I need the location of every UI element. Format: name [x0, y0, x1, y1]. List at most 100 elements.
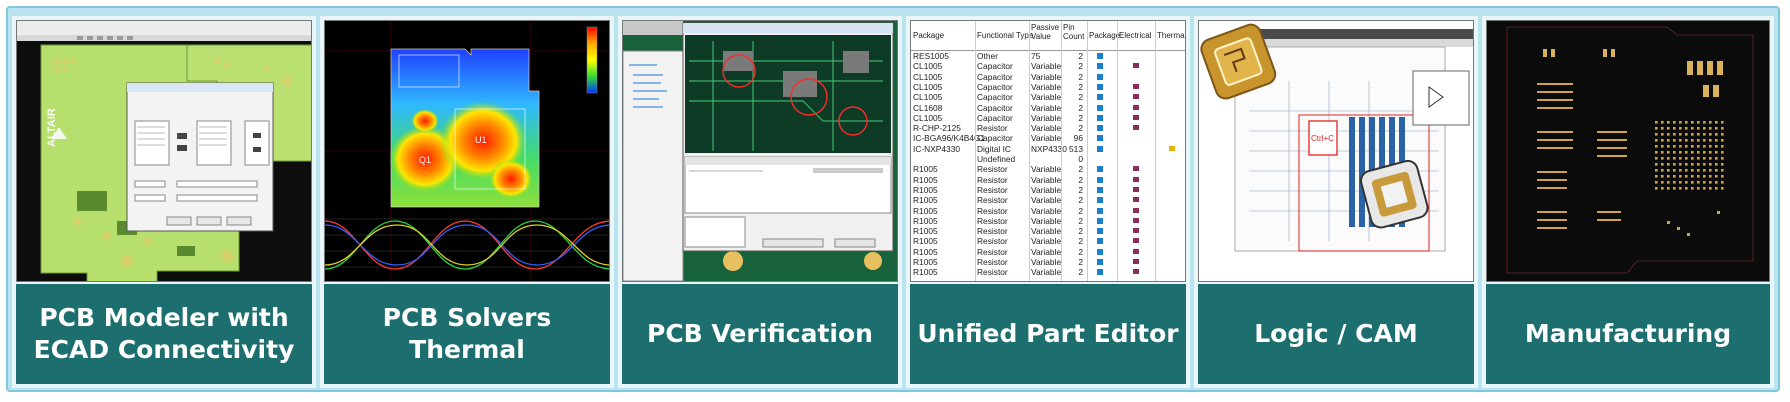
col-passive-value[interactable]: Passive Value [1031, 23, 1061, 41]
caption-unified-part-editor: Unified Part Editor [910, 284, 1186, 384]
electrical-chip-icon[interactable] [1133, 269, 1139, 275]
table-row[interactable]: R-CHP-2125 Resistor Variable 2 [911, 123, 1185, 134]
package-cube-icon[interactable] [1097, 238, 1103, 245]
package-cube-icon[interactable] [1097, 166, 1103, 173]
electrical-chip-icon[interactable] [1133, 238, 1139, 244]
cell-pin-count: 2 [1078, 81, 1083, 92]
package-cube-icon[interactable] [1097, 125, 1103, 132]
package-cube-icon[interactable] [1097, 259, 1103, 265]
cell-functional-type: Capacitor [977, 102, 1013, 113]
table-row[interactable]: CL1005 Capacitor Variable 2 [911, 112, 1185, 123]
manufacturing-screenshot [1486, 20, 1770, 282]
cell-pin-count: 2 [1078, 236, 1083, 247]
electrical-chip-icon[interactable] [1133, 197, 1139, 203]
electrical-chip-icon[interactable] [1133, 166, 1139, 172]
electrical-chip-icon[interactable] [1133, 94, 1139, 100]
electrical-chip-icon[interactable] [1133, 217, 1139, 223]
package-cube-icon[interactable] [1097, 63, 1103, 70]
electrical-chip-icon[interactable] [1133, 207, 1139, 213]
electrical-chip-icon[interactable] [1133, 114, 1139, 120]
table-row[interactable]: R1005 Resistor Variable 2 [911, 226, 1185, 236]
panel-unified-part-editor[interactable]: Package Functional Type Passive Value Pi… [906, 16, 1190, 388]
package-cube-icon[interactable] [1097, 94, 1103, 101]
package-cube-icon[interactable] [1097, 135, 1103, 142]
table-row[interactable]: R1005 Resistor Variable 2 [911, 257, 1185, 267]
col-electrical[interactable]: Electrical [1119, 31, 1151, 40]
panel-logic-cam[interactable]: Ctrl+C Logic / CAM [1194, 16, 1478, 388]
cell-passive-value: Variable [1031, 195, 1062, 206]
table-row[interactable]: IC-NXP4330 Digital IC NXP4330 513 [911, 144, 1185, 154]
electrical-chip-icon[interactable] [1133, 248, 1139, 254]
pcb-modeler-screenshot: ALTAIR [16, 20, 312, 282]
pcb-solvers-screenshot: Q1 U1 [324, 20, 610, 282]
panel-pcb-verification[interactable]: PCB Verification [618, 16, 902, 388]
panel-manufacturing[interactable]: Manufacturing [1482, 16, 1774, 388]
package-cube-icon[interactable] [1097, 248, 1103, 255]
table-row[interactable]: R1005 Resistor Variable 2 [911, 164, 1185, 175]
table-row[interactable]: CL1005 Capacitor Variable 2 [911, 71, 1185, 82]
panel-pcb-modeler[interactable]: ALTAIR PCB Modeler with ECAD Connectivit… [12, 16, 316, 388]
package-cube-icon[interactable] [1097, 207, 1103, 214]
table-row[interactable]: CL1005 Capacitor Variable 2 [911, 92, 1185, 102]
package-cube-icon[interactable] [1097, 145, 1103, 152]
electrical-chip-icon[interactable] [1133, 228, 1139, 234]
table-row[interactable]: R1005 Resistor Variable 2 [911, 174, 1185, 185]
electrical-chip-icon[interactable] [1133, 176, 1139, 182]
package-cube-icon[interactable] [1097, 104, 1103, 111]
electrical-chip-icon[interactable] [1133, 104, 1139, 110]
package-cube-icon[interactable] [1097, 269, 1103, 276]
package-cube-icon[interactable] [1097, 73, 1103, 80]
cell-passive-value: Variable [1031, 112, 1062, 123]
electrical-chip-icon[interactable] [1133, 83, 1139, 89]
cell-pin-count: 2 [1078, 215, 1083, 226]
table-row[interactable]: IC-BGA96/K4B4G1 Capacitor Variable 96 [911, 133, 1185, 144]
electrical-chip-icon[interactable] [1133, 125, 1139, 131]
cell-package: R1005 [913, 164, 938, 175]
table-row[interactable]: RES1005 Other 75 2 [911, 51, 1185, 61]
table-row[interactable]: CL1005 Capacitor Variable 2 [911, 81, 1185, 92]
cell-functional-type: Resistor [977, 123, 1008, 134]
col-pin-count[interactable]: Pin Count [1063, 23, 1085, 41]
package-cube-icon[interactable] [1097, 114, 1103, 121]
cell-functional-type: Capacitor [977, 81, 1013, 92]
electrical-chip-icon[interactable] [1133, 259, 1139, 264]
col-package[interactable]: Package [913, 31, 944, 40]
cell-passive-value: Variable [1031, 81, 1062, 92]
package-cube-icon[interactable] [1097, 176, 1103, 183]
package-cube-icon[interactable] [1097, 197, 1103, 204]
package-cube-icon[interactable] [1097, 83, 1103, 90]
cell-passive-value: Variable [1031, 174, 1062, 185]
cell-passive-value: Variable [1031, 267, 1062, 278]
package-cube-icon[interactable] [1097, 228, 1103, 235]
table-row[interactable]: R1005 Resistor Variable 2 [911, 236, 1185, 247]
col-thermal[interactable]: Thermal [1157, 31, 1185, 40]
table-row[interactable]: R1005 Resistor Variable 2 [911, 205, 1185, 216]
cell-package: R1005 [913, 205, 938, 216]
table-row[interactable]: R1005 Resistor Variable 2 [911, 267, 1185, 278]
cell-pin-count: 2 [1078, 61, 1083, 72]
cell-functional-type: Resistor [977, 195, 1008, 206]
product-banner: ALTAIR PCB Modeler with ECAD Connectivit… [6, 6, 1780, 392]
cell-functional-type: Other [977, 51, 998, 61]
table-row[interactable]: R1005 Resistor Variable 2 [911, 195, 1185, 206]
table-row[interactable]: Undefined 0 [911, 154, 1185, 164]
table-row[interactable]: CL1005 Capacitor Variable 2 [911, 61, 1185, 72]
table-row[interactable]: R1005 Resistor Variable 2 [911, 247, 1185, 257]
electrical-chip-icon[interactable] [1133, 186, 1139, 192]
package-cube-icon[interactable] [1097, 217, 1103, 224]
cell-package: CL1005 [913, 61, 943, 72]
col-package-model[interactable]: Package [1089, 31, 1120, 40]
logic-cam-screenshot: Ctrl+C [1198, 20, 1474, 282]
table-row[interactable]: R1005 Resistor Variable 2 [911, 215, 1185, 226]
col-functional-type[interactable]: Functional Type [977, 31, 1033, 40]
table-row[interactable]: CL1608 Capacitor Variable 2 [911, 102, 1185, 113]
electrical-chip-icon[interactable] [1133, 63, 1139, 69]
package-cube-icon[interactable] [1097, 53, 1103, 59]
panel-pcb-solvers[interactable]: Q1 U1 PCB Solvers Thermal [320, 16, 614, 388]
package-cube-icon[interactable] [1097, 186, 1103, 193]
cell-passive-value: Variable [1031, 71, 1062, 82]
table-row[interactable]: R1005 Resistor Variable 2 [911, 185, 1185, 195]
thermal-model-icon[interactable] [1169, 145, 1175, 151]
cell-passive-value: Variable [1031, 102, 1062, 113]
cell-pin-count: 96 [1073, 133, 1083, 144]
